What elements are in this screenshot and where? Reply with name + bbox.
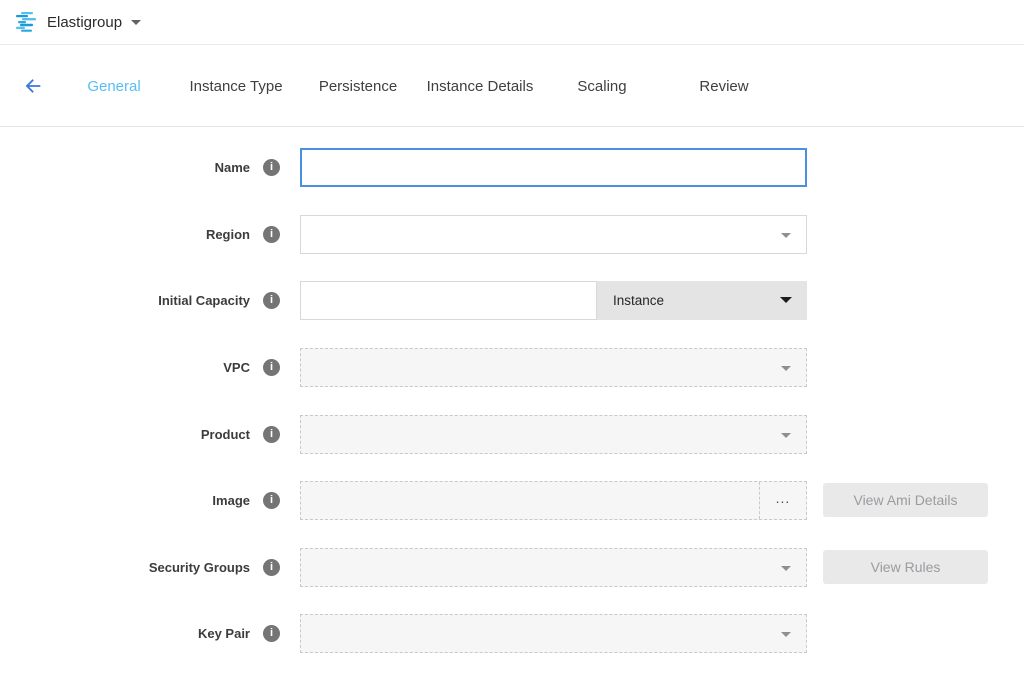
initial-capacity-info-icon[interactable]: i: [263, 292, 280, 309]
tab-persistence[interactable]: Persistence: [297, 78, 419, 95]
name-input[interactable]: [300, 148, 807, 187]
security-groups-select: [300, 548, 807, 587]
wizard-tabs: General Instance Type Persistence Instan…: [53, 78, 785, 95]
vpc-caret-down-icon: [781, 366, 791, 371]
key-pair-caret-down-icon: [781, 632, 791, 637]
security-groups-label: Security Groups: [0, 548, 250, 587]
product-info-icon[interactable]: i: [263, 426, 280, 443]
back-arrow-button[interactable]: [20, 73, 46, 99]
product-field-row: Product i: [0, 415, 1024, 454]
security-groups-field-row: Security Groups i View Rules: [0, 548, 1024, 587]
tab-instance-details[interactable]: Instance Details: [419, 78, 541, 95]
region-select[interactable]: [300, 215, 807, 254]
initial-capacity-label: Initial Capacity: [0, 281, 250, 320]
tab-review[interactable]: Review: [663, 78, 785, 95]
tab-general[interactable]: General: [53, 78, 175, 95]
key-pair-field-row: Key Pair i: [0, 614, 1024, 653]
general-settings-form: Name i Region i Initial Capacity i Insta…: [0, 127, 1024, 688]
region-info-icon[interactable]: i: [263, 226, 280, 243]
image-browse-button: ...: [759, 482, 806, 519]
region-field-row: Region i: [0, 215, 1024, 254]
brand-switcher[interactable]: Elastigroup: [47, 14, 122, 31]
elastigroup-logo-icon: [14, 10, 38, 34]
brand-caret-down-icon[interactable]: [131, 20, 141, 25]
key-pair-select: [300, 614, 807, 653]
name-field-row: Name i: [0, 148, 1024, 187]
image-input: ...: [300, 481, 807, 520]
view-rules-button: View Rules: [823, 550, 988, 584]
back-arrow-icon: [22, 75, 44, 97]
tab-instance-type[interactable]: Instance Type: [175, 78, 297, 95]
image-field-row: Image i ... View Ami Details: [0, 481, 1024, 520]
initial-capacity-input[interactable]: [300, 281, 597, 320]
vpc-select: [300, 348, 807, 387]
key-pair-label: Key Pair: [0, 614, 250, 653]
image-info-icon[interactable]: i: [263, 492, 280, 509]
product-select: [300, 415, 807, 454]
capacity-unit-caret-down-icon: [780, 297, 792, 303]
region-caret-down-icon: [781, 233, 791, 238]
image-label: Image: [0, 481, 250, 520]
initial-capacity-field-row: Initial Capacity i Instance: [0, 281, 1024, 320]
capacity-unit-select[interactable]: Instance: [597, 281, 807, 320]
security-groups-info-icon[interactable]: i: [263, 559, 280, 576]
tab-scaling[interactable]: Scaling: [541, 78, 663, 95]
name-info-icon[interactable]: i: [263, 159, 280, 176]
vpc-label: VPC: [0, 348, 250, 387]
top-bar: Elastigroup: [0, 0, 1024, 45]
region-label: Region: [0, 215, 250, 254]
name-label: Name: [0, 148, 250, 187]
elastigroup-wizard-page: Elastigroup General Instance Type Persis…: [0, 0, 1024, 688]
capacity-unit-value: Instance: [613, 281, 664, 320]
security-groups-caret-down-icon: [781, 566, 791, 571]
product-label: Product: [0, 415, 250, 454]
product-caret-down-icon: [781, 433, 791, 438]
vpc-field-row: VPC i: [0, 348, 1024, 387]
wizard-tab-bar: General Instance Type Persistence Instan…: [0, 46, 1024, 127]
vpc-info-icon[interactable]: i: [263, 359, 280, 376]
view-ami-details-button: View Ami Details: [823, 483, 988, 517]
key-pair-info-icon[interactable]: i: [263, 625, 280, 642]
